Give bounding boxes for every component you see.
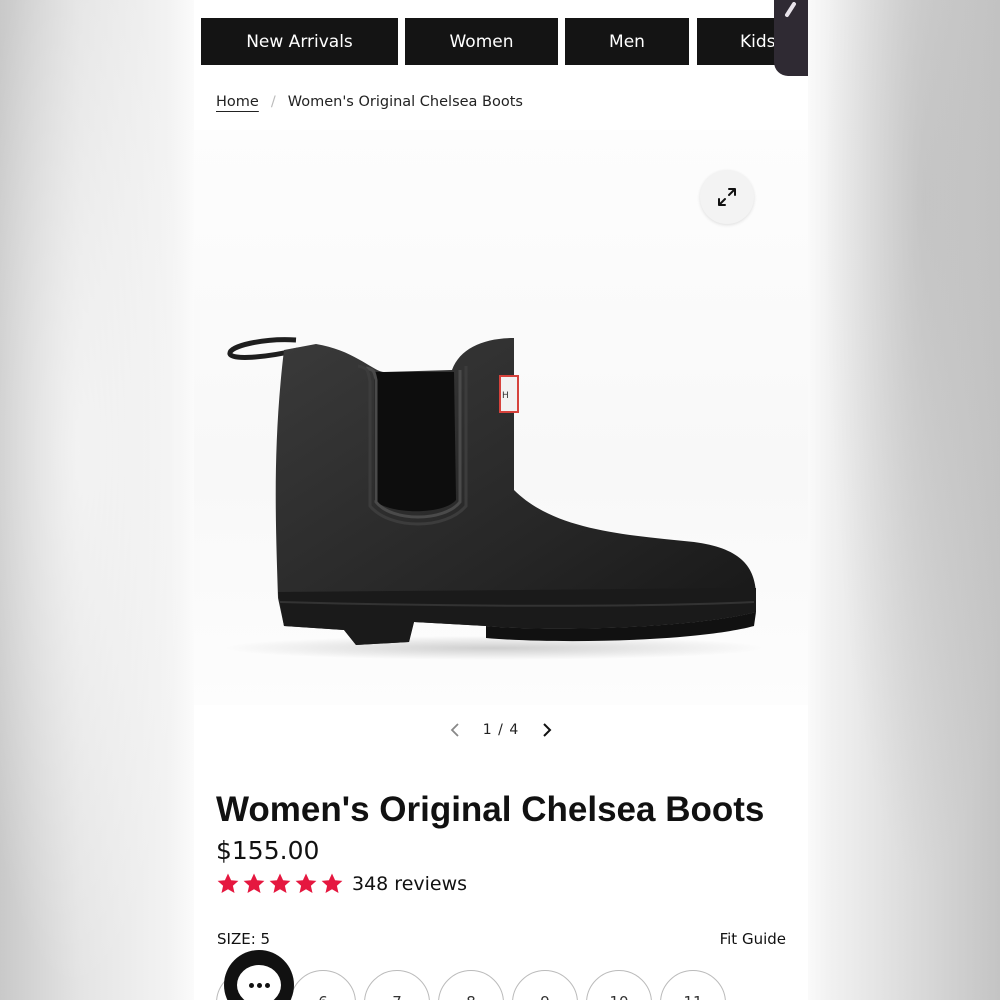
image-pager: 1 / 4 (194, 718, 808, 742)
star-icon (243, 873, 265, 893)
size-option[interactable]: 7 (364, 970, 430, 1000)
nav-women[interactable]: Women (405, 18, 558, 65)
background-left (0, 0, 194, 1000)
prev-image-button[interactable] (443, 718, 467, 742)
nav-new-arrivals[interactable]: New Arrivals (201, 18, 398, 65)
star-icon (321, 873, 343, 893)
chevron-right-icon (543, 723, 552, 737)
size-option[interactable]: 9 (512, 970, 578, 1000)
size-option[interactable]: 10 (586, 970, 652, 1000)
chelsea-boot-image: H (224, 337, 764, 660)
star-icon (217, 873, 239, 893)
size-label-group: SIZE: 5 (217, 930, 270, 948)
fit-guide-link[interactable]: Fit Guide (720, 930, 786, 948)
total-image-count: 4 (509, 722, 520, 738)
rating-stars (216, 872, 344, 896)
next-image-button[interactable] (535, 718, 559, 742)
star-icon (269, 873, 291, 893)
breadcrumb: Home / Women's Original Chelsea Boots (216, 94, 523, 110)
chat-button[interactable] (224, 950, 294, 1000)
product-image-gallery[interactable]: H (194, 130, 808, 705)
selected-size: 5 (260, 930, 271, 948)
size-option[interactable]: 11 (660, 970, 726, 1000)
category-nav: New Arrivals Women Men Kids (201, 18, 808, 66)
size-label: SIZE: (217, 930, 256, 948)
breadcrumb-home-link[interactable]: Home (216, 94, 259, 110)
nav-men[interactable]: Men (565, 18, 689, 65)
star-icon (295, 873, 317, 893)
svg-text:H: H (502, 391, 509, 401)
chat-icon (237, 965, 281, 1000)
product-price: $155.00 (216, 836, 320, 865)
side-panel-tab[interactable] (774, 0, 808, 76)
expand-icon (718, 188, 736, 206)
background-right (808, 0, 1000, 1000)
expand-image-button[interactable] (700, 170, 754, 224)
size-selector-header: SIZE: 5 Fit Guide (217, 930, 786, 948)
breadcrumb-current: Women's Original Chelsea Boots (287, 94, 523, 110)
image-counter-separator: / (498, 722, 504, 738)
size-option[interactable]: 6 (290, 970, 356, 1000)
size-option[interactable]: 8 (438, 970, 504, 1000)
chevron-left-icon (450, 723, 459, 737)
product-title: Women's Original Chelsea Boots (216, 790, 765, 829)
chevron-left-icon (785, 2, 796, 17)
product-rating[interactable]: 348 reviews (216, 872, 467, 896)
breadcrumb-separator: / (270, 94, 276, 110)
review-count-link[interactable]: 348 reviews (352, 873, 467, 895)
current-image-number: 1 (482, 722, 493, 738)
product-page: New Arrivals Women Men Kids Home / Women… (194, 0, 808, 1000)
image-counter: 1 / 4 (483, 722, 519, 738)
